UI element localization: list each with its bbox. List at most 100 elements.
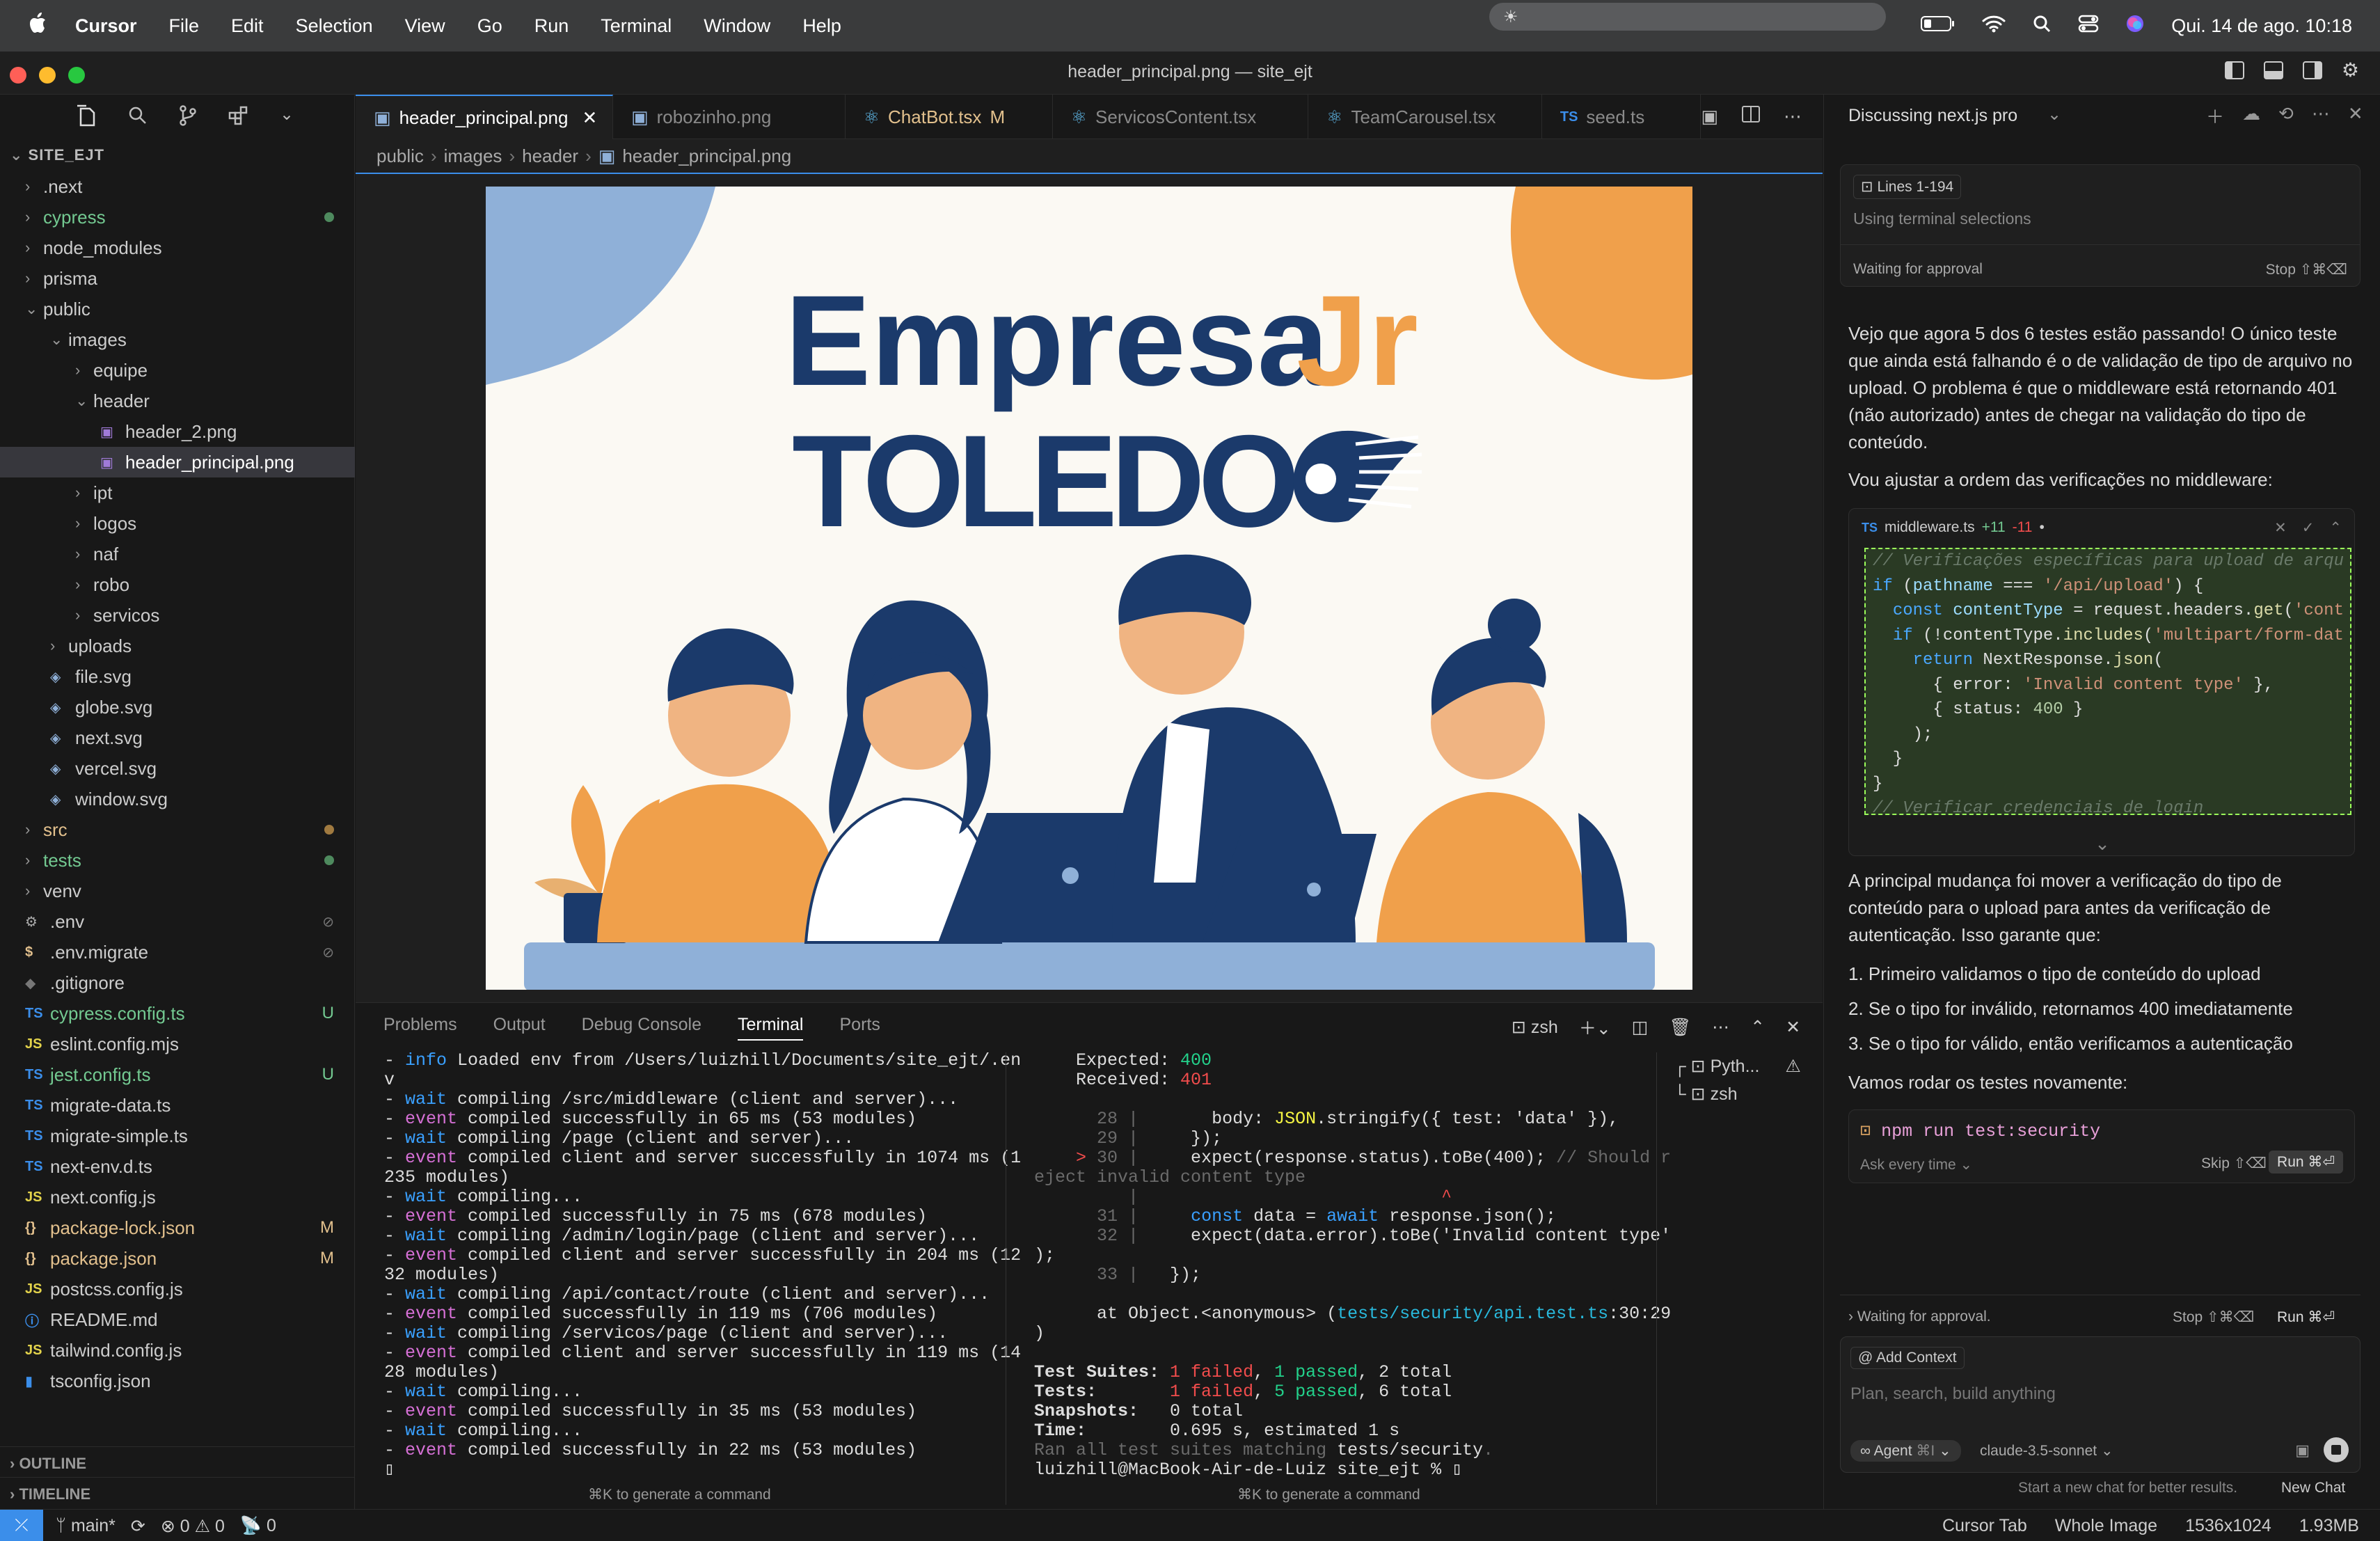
tab-header-principal[interactable]: ▣ header_principal.png ✕ bbox=[356, 95, 613, 139]
more-actions-icon[interactable]: ⋯ bbox=[2312, 103, 2330, 129]
settings-gear-icon[interactable]: ⚙ bbox=[2342, 61, 2359, 84]
terminal-list-item[interactable]: └ ⊡ zsh bbox=[1674, 1084, 1801, 1105]
chevron-down-icon[interactable]: ⌄ bbox=[280, 104, 294, 132]
menu-app-name[interactable]: Cursor bbox=[75, 15, 137, 37]
file-tree-item[interactable]: {} package-lock.json M bbox=[0, 1212, 355, 1243]
file-tree-item[interactable]: TS cypress.config.ts U bbox=[0, 998, 355, 1029]
chat-input[interactable]: Plan, search, build anything bbox=[1850, 1384, 2056, 1404]
new-terminal-icon[interactable]: ＋⌄ bbox=[1579, 1015, 1611, 1040]
file-tree-item[interactable]: ◆ .gitignore bbox=[0, 967, 355, 998]
file-tree-item[interactable]: ⚙ .env ⊘ bbox=[0, 906, 355, 937]
file-tree-item[interactable]: › node_modules bbox=[0, 232, 355, 263]
run-button[interactable]: Run ⌘⏎ bbox=[2277, 1309, 2335, 1326]
menu-view[interactable]: View bbox=[405, 15, 445, 37]
file-tree-item[interactable]: ◈ next.svg bbox=[0, 722, 355, 753]
file-tree-item[interactable]: TS migrate-simple.ts bbox=[0, 1121, 355, 1151]
file-tree-item[interactable]: › venv bbox=[0, 876, 355, 906]
stop-generation-button[interactable] bbox=[2324, 1437, 2349, 1462]
diff-file-header[interactable]: TS middleware.ts +11 -11 • ✕ ✓ ⌃ bbox=[1849, 509, 2354, 546]
menu-selection[interactable]: Selection bbox=[296, 15, 373, 37]
chat-title[interactable]: Discussing next.js pro bbox=[1848, 106, 2057, 126]
file-tree-item[interactable]: ◈ file.svg bbox=[0, 661, 355, 692]
file-tree-item[interactable]: › robo bbox=[0, 569, 355, 600]
chevron-down-icon[interactable]: ⌄ bbox=[2047, 104, 2061, 125]
menu-run[interactable]: Run bbox=[534, 15, 569, 37]
tab-problems[interactable]: Problems bbox=[383, 1015, 457, 1041]
image-file-size[interactable]: 1.93MB bbox=[2299, 1516, 2359, 1536]
terminal-output-left[interactable]: - info Loaded env from /Users/luizhill/D… bbox=[384, 1051, 1021, 1460]
file-tree-item[interactable]: ▣ header_principal.png bbox=[0, 447, 355, 477]
tab-team-carousel[interactable]: ⚛ TeamCarousel.tsx bbox=[1308, 95, 1542, 139]
ports-indicator[interactable]: 📡 0 bbox=[240, 1516, 276, 1537]
expand-icon[interactable]: ⌃ bbox=[2329, 519, 2342, 537]
image-attach-icon[interactable]: ▣ bbox=[2295, 1441, 2310, 1460]
new-chat-plus-icon[interactable]: ＋ bbox=[2206, 103, 2224, 129]
cloud-icon[interactable]: ☁ bbox=[2242, 103, 2260, 129]
file-tree-item[interactable]: {} package.json M bbox=[0, 1243, 355, 1274]
outline-section[interactable]: › OUTLINE bbox=[10, 1455, 86, 1473]
file-tree-item[interactable]: TS migrate-data.ts bbox=[0, 1090, 355, 1121]
history-icon[interactable]: ⟲ bbox=[2278, 103, 2294, 129]
split-terminal-icon[interactable]: ◫ bbox=[1632, 1017, 1649, 1038]
file-tree-item[interactable]: ◈ globe.svg bbox=[0, 692, 355, 722]
file-tree-item[interactable]: JS eslint.config.mjs bbox=[0, 1029, 355, 1059]
file-tree-item[interactable]: › src bbox=[0, 814, 355, 845]
tab-robozinho[interactable]: ▣ robozinho.png bbox=[613, 95, 846, 139]
file-tree-item[interactable]: JS next.config.js bbox=[0, 1182, 355, 1212]
file-tree-item[interactable]: ▣ header_2.png bbox=[0, 416, 355, 447]
file-tree-item[interactable]: › logos bbox=[0, 508, 355, 539]
file-tree-item[interactable]: › uploads bbox=[0, 631, 355, 661]
search-view-icon[interactable] bbox=[127, 104, 148, 132]
menu-file[interactable]: File bbox=[169, 15, 200, 37]
new-chat-link[interactable]: New Chat bbox=[2281, 1480, 2345, 1496]
more-actions-icon[interactable]: ⋯ bbox=[1784, 106, 1802, 127]
menubar-spotlight-bar[interactable]: ☀ bbox=[1489, 3, 1886, 31]
file-tree-item[interactable]: ⌄ images bbox=[0, 324, 355, 355]
file-tree-item[interactable]: › tests bbox=[0, 845, 355, 876]
close-panel-icon[interactable]: ✕ bbox=[1786, 1017, 1800, 1038]
trash-icon[interactable]: 🗑 bbox=[1669, 1018, 1691, 1038]
timeline-section[interactable]: › TIMELINE bbox=[10, 1485, 90, 1503]
problems-indicator[interactable]: ⊗ 0 ⚠ 0 bbox=[161, 1516, 225, 1537]
file-tree-item[interactable]: TS jest.config.ts U bbox=[0, 1059, 355, 1090]
maximize-panel-icon[interactable]: ⌃ bbox=[1750, 1017, 1765, 1038]
files-icon[interactable] bbox=[75, 104, 96, 132]
explorer-root[interactable]: ⌄ SITE_EJT bbox=[10, 146, 104, 164]
file-tree-item[interactable]: › equipe bbox=[0, 355, 355, 386]
split-editor-icon[interactable] bbox=[1742, 106, 1760, 127]
file-tree-item[interactable]: TS next-env.d.ts bbox=[0, 1151, 355, 1182]
agent-mode-dropdown[interactable]: ∞ Agent ⌘I ⌄ bbox=[1850, 1440, 1961, 1462]
breadcrumb-item[interactable]: public bbox=[376, 145, 424, 167]
file-tree-item[interactable]: JS postcss.config.js bbox=[0, 1274, 355, 1304]
breadcrumb-item[interactable]: header_principal.png bbox=[622, 145, 791, 167]
menu-help[interactable]: Help bbox=[802, 15, 841, 37]
sync-icon[interactable]: ⟳ bbox=[131, 1516, 145, 1537]
terminal-output-right[interactable]: Expected: 400 Received: 401 28 | body: J… bbox=[1034, 1051, 1671, 1480]
close-icon[interactable]: ✕ bbox=[582, 107, 597, 129]
file-tree-item[interactable]: ◈ window.svg bbox=[0, 784, 355, 814]
image-dimensions[interactable]: 1536x1024 bbox=[2185, 1516, 2271, 1536]
add-context-button[interactable]: @ Add Context bbox=[1850, 1347, 1965, 1369]
file-tree-item[interactable]: ⌄ public bbox=[0, 294, 355, 324]
toggle-sidebar-icon[interactable] bbox=[2224, 61, 2244, 84]
source-control-icon[interactable] bbox=[178, 104, 198, 132]
menubar-clock[interactable]: Qui. 14 de ago. 10:18 bbox=[2171, 15, 2352, 37]
chevron-down-icon[interactable]: ⌄ bbox=[1849, 833, 2354, 855]
file-tree-item[interactable]: ⓘ README.md bbox=[0, 1304, 355, 1335]
search-icon[interactable] bbox=[2032, 14, 2052, 38]
command-text[interactable]: ⊡ npm run test:security bbox=[1860, 1120, 2100, 1141]
extensions-icon[interactable] bbox=[228, 104, 249, 132]
whole-image-status[interactable]: Whole Image bbox=[2055, 1516, 2157, 1536]
open-preview-icon[interactable]: ▣ bbox=[1701, 106, 1718, 127]
siri-icon[interactable] bbox=[2125, 14, 2145, 38]
control-center-icon[interactable] bbox=[2078, 14, 2099, 38]
tab-output[interactable]: Output bbox=[493, 1015, 546, 1041]
run-button[interactable]: Run ⌘⏎ bbox=[2269, 1151, 2343, 1173]
menu-go[interactable]: Go bbox=[477, 15, 502, 37]
file-tree-item[interactable]: › naf bbox=[0, 539, 355, 569]
file-tree-item[interactable]: $ .env.migrate ⊘ bbox=[0, 937, 355, 967]
menu-edit[interactable]: Edit bbox=[231, 15, 264, 37]
file-tree-item[interactable]: JS tailwind.config.js bbox=[0, 1335, 355, 1366]
tab-seed[interactable]: TS seed.ts bbox=[1542, 95, 1701, 139]
file-tree-item[interactable]: › prisma bbox=[0, 263, 355, 294]
